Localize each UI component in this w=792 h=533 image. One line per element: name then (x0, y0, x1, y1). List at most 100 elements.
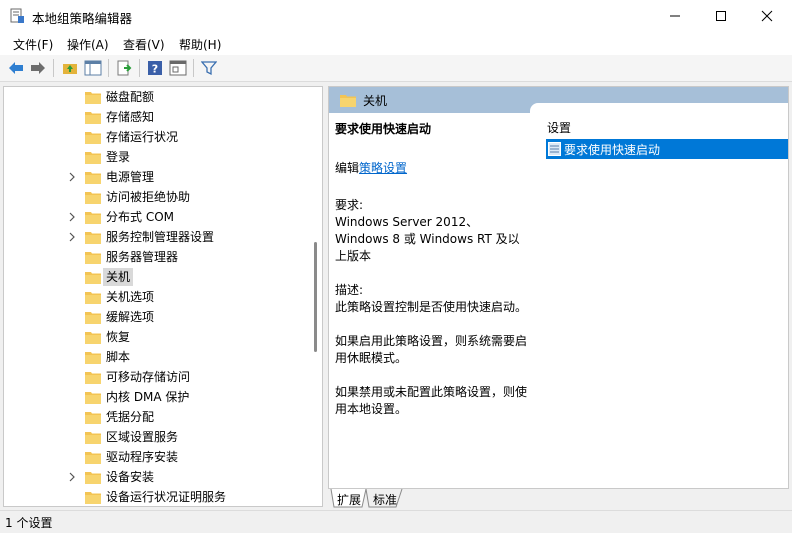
folder-icon (340, 95, 356, 107)
tree-item[interactable]: 恢复 (4, 327, 309, 347)
chevron-right-icon[interactable] (67, 172, 77, 182)
tab-extended[interactable]: 扩展 (337, 489, 361, 508)
menu-help[interactable]: 帮助(H) (179, 36, 221, 53)
close-button[interactable] (744, 0, 790, 32)
properties-button[interactable] (168, 58, 188, 78)
tree-item[interactable]: 区域设置服务 (4, 427, 309, 447)
tree-item-label: 关机 (103, 268, 134, 286)
tree-item[interactable]: 电源管理 (4, 167, 309, 187)
requirements-block: 要求: Windows Server 2012、Windows 8 或 Wind… (335, 197, 531, 265)
filter-button[interactable] (199, 58, 219, 78)
folder-title: 关机 (363, 94, 388, 108)
policy-settings-link[interactable]: 策略设置 (359, 161, 407, 175)
details-pane: 关机 要求使用快速启动 编辑策略设置 要求: Windows Server 20… (328, 86, 789, 507)
tree-item-label: 恢复 (106, 330, 131, 344)
arrow-right-icon (31, 62, 45, 74)
requirements-label: 要求: (335, 198, 364, 212)
properties-icon (169, 60, 187, 76)
policy-name: 要求使用快速启动 (335, 122, 432, 136)
tree-item[interactable]: 关机选项 (4, 287, 309, 307)
folder-icon (85, 132, 101, 144)
tree-item-label: 脚本 (106, 350, 131, 364)
minimize-button[interactable] (652, 0, 698, 32)
menu-bar: 文件(F) 操作(A) 查看(V) 帮助(H) (0, 33, 792, 55)
tree-item[interactable]: 脚本 (4, 347, 309, 367)
enabled-text: 如果启用此策略设置，则系统需要启用休眠模式。 (335, 334, 528, 365)
description-block: 描述: 此策略设置控制是否使用快速启动。 (335, 282, 531, 316)
export-icon (117, 60, 132, 76)
policy-setting-icon (548, 142, 561, 156)
folder-icon (85, 392, 101, 404)
tab-standard[interactable]: 标准 (373, 489, 397, 508)
window-title: 本地组策略编辑器 (32, 11, 133, 26)
list-item-label: 要求使用快速启动 (564, 143, 661, 157)
forward-button[interactable] (28, 58, 48, 78)
up-level-button[interactable] (60, 58, 80, 78)
menu-view[interactable]: 查看(V) (123, 36, 165, 53)
tree-item[interactable]: 驱动程序安装 (4, 447, 309, 467)
edit-policy-line: 编辑策略设置 (335, 160, 531, 177)
menu-action[interactable]: 操作(A) (67, 36, 109, 53)
tree-scrollbar-thumb[interactable] (314, 242, 317, 352)
folder-icon (85, 232, 101, 244)
folder-icon (85, 412, 101, 424)
console-tree-icon (84, 60, 102, 76)
folder-icon (85, 352, 101, 364)
list-item[interactable]: 要求使用快速启动 (546, 139, 788, 159)
folder-icon (85, 332, 101, 344)
arrow-left-icon (9, 62, 23, 74)
show-hide-tree-button[interactable] (83, 58, 103, 78)
toolbar: ? (0, 55, 792, 82)
tree-item[interactable]: 关机 (4, 267, 309, 287)
tree-item-label: 磁盘配额 (106, 90, 155, 104)
menu-file[interactable]: 文件(F) (13, 36, 53, 53)
tree-item[interactable]: 设备安装 (4, 467, 309, 487)
tree-item-label: 存储感知 (106, 110, 155, 124)
folder-up-icon (63, 64, 77, 74)
folder-icon (85, 372, 101, 384)
chevron-right-icon[interactable] (67, 472, 77, 482)
tree-item-label: 设备运行状况证明服务 (106, 490, 227, 504)
tree-item[interactable]: 凭据分配 (4, 407, 309, 427)
tree-item[interactable]: 缓解选项 (4, 307, 309, 327)
folder-icon (85, 492, 101, 504)
tree-item[interactable]: 服务控制管理器设置 (4, 227, 309, 247)
tree-item[interactable]: 设备运行状况证明服务 (4, 487, 309, 506)
tree-item-label: 凭据分配 (106, 410, 155, 424)
description-text: 此策略设置控制是否使用快速启动。 (335, 300, 528, 314)
edit-prefix: 编辑 (335, 161, 360, 175)
export-list-button[interactable] (114, 58, 134, 78)
tree-item[interactable]: 登录 (4, 147, 309, 167)
tree-item[interactable]: 存储感知 (4, 107, 309, 127)
tree-item[interactable]: 存储运行状况 (4, 127, 309, 147)
chevron-right-icon[interactable] (67, 232, 77, 242)
folder-icon (85, 272, 101, 284)
tree-item[interactable]: 分布式 COM (4, 207, 309, 227)
title-bar: 本地组策略编辑器 (0, 0, 792, 33)
help-button[interactable]: ? (145, 58, 165, 78)
tree-item-label: 缓解选项 (106, 310, 155, 324)
svg-text:?: ? (152, 63, 158, 76)
console-tree[interactable]: 磁盘配额存储感知存储运行状况登录 电源管理访问被拒绝协助分布式 COM 服务控制管理… (3, 86, 323, 507)
maximize-button[interactable] (698, 0, 744, 32)
tree-item[interactable]: 访问被拒绝协助 (4, 187, 309, 207)
tree-item-label: 关机选项 (106, 290, 155, 304)
tree-item[interactable]: 内核 DMA 保护 (4, 387, 309, 407)
description-label: 描述: (335, 283, 364, 297)
tree-item-label: 服务控制管理器设置 (106, 230, 215, 244)
chevron-right-icon[interactable] (67, 212, 77, 222)
folder-icon (85, 172, 101, 184)
tree-item[interactable]: 可移动存储访问 (4, 367, 309, 387)
tree-item-label: 访问被拒绝协助 (106, 190, 191, 204)
tree-item-label: 存储运行状况 (106, 130, 179, 144)
folder-icon (85, 312, 101, 324)
tree-item[interactable]: 服务器管理器 (4, 247, 309, 267)
folder-icon (85, 292, 101, 304)
minimize-icon (670, 15, 680, 17)
column-header-setting[interactable]: 设置 (547, 119, 571, 136)
help-icon: ? (148, 61, 162, 76)
status-bar: 1 个设置 (0, 510, 792, 533)
back-button[interactable] (6, 58, 26, 78)
folder-icon (85, 112, 101, 124)
tree-item[interactable]: 磁盘配额 (4, 87, 309, 107)
